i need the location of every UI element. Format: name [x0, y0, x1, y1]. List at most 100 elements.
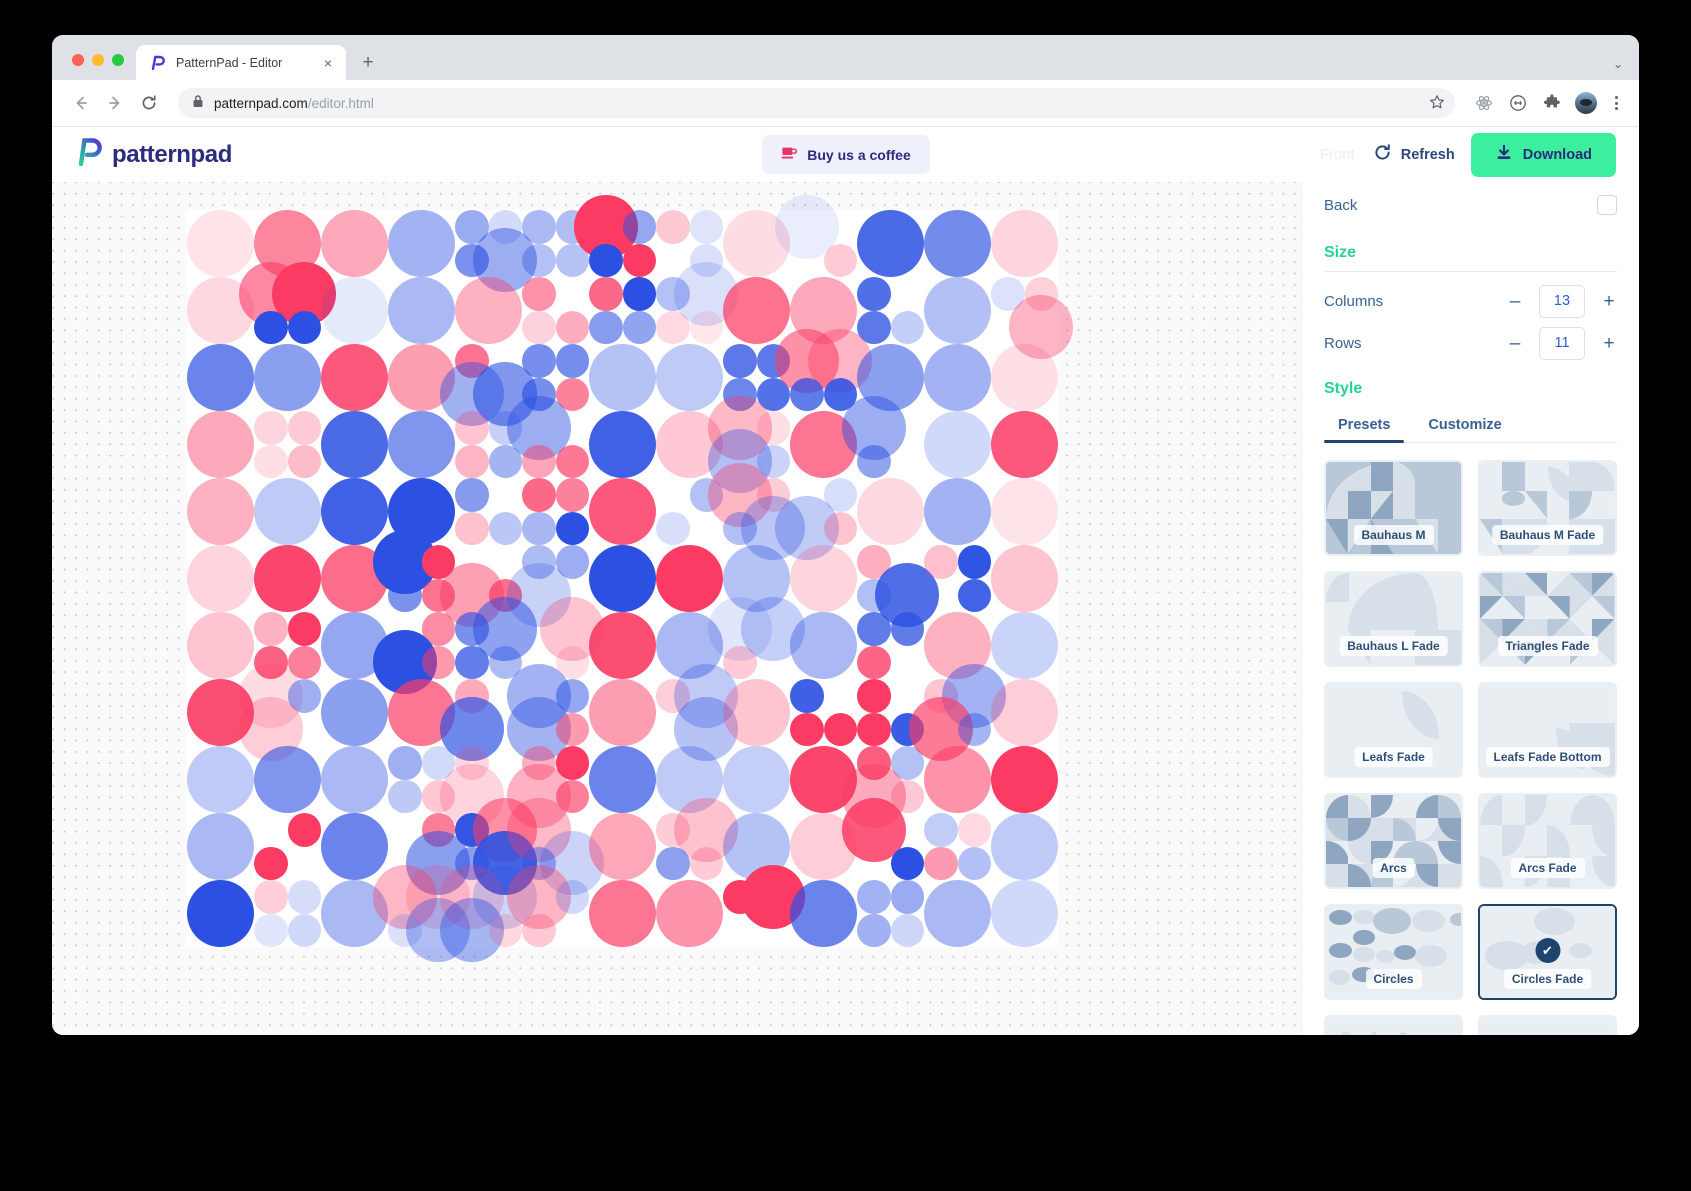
- preset-tile-leafs[interactable]: Leafs Fade: [1324, 682, 1463, 778]
- pattern-dot: [857, 712, 891, 746]
- reload-icon[interactable]: [134, 88, 164, 118]
- preset-tile-triangles[interactable]: Triangles Fade: [1478, 571, 1617, 667]
- pattern-dot: [187, 612, 254, 679]
- back-color-swatch[interactable]: [1597, 195, 1617, 215]
- style-tab-customize[interactable]: Customize: [1414, 406, 1515, 442]
- pattern-dot: [254, 310, 288, 344]
- refresh-icon: [1373, 143, 1392, 166]
- pattern-dot: [522, 444, 556, 478]
- forward-icon[interactable]: [100, 88, 130, 118]
- pattern-dot: [924, 846, 958, 880]
- pattern-cell: [589, 880, 656, 947]
- pattern-cell: [924, 813, 991, 880]
- download-button[interactable]: Download: [1470, 132, 1616, 177]
- back-icon[interactable]: [66, 88, 96, 118]
- pattern-cell: [857, 880, 924, 947]
- preset-tile-bauhausf[interactable]: Bauhaus M Fade: [1478, 460, 1617, 556]
- rows-row: Rows – 11 +: [1324, 322, 1617, 364]
- pattern-dot: [924, 545, 958, 579]
- pattern-dot: [254, 612, 288, 646]
- preset-tile-leafsb[interactable]: Leafs Fade Bottom: [1478, 682, 1617, 778]
- pattern-cell: [589, 813, 656, 880]
- pattern-canvas-area[interactable]: [52, 182, 1301, 1035]
- refresh-button[interactable]: Refresh: [1373, 143, 1455, 166]
- pattern-cell: [723, 864, 806, 947]
- new-tab-button[interactable]: +: [354, 48, 382, 76]
- star-icon[interactable]: [1429, 94, 1445, 113]
- react-devtools-icon[interactable]: [1471, 90, 1497, 116]
- puzzle-icon[interactable]: [1539, 90, 1565, 116]
- browser-tabstrip: PatternPad - Editor × + ⌄: [52, 35, 1639, 80]
- pattern-preview[interactable]: [187, 194, 1074, 963]
- pattern-dot: [589, 679, 656, 746]
- preset-tile-arcs[interactable]: Arcs: [1324, 793, 1463, 889]
- columns-input[interactable]: 13: [1539, 284, 1585, 318]
- close-tab-button[interactable]: ×: [320, 55, 336, 71]
- app-body: Back Size Columns – 13 + Rows – 11 + Sty…: [52, 182, 1639, 1035]
- pattern-cell: [924, 210, 991, 277]
- pattern-cell: [656, 880, 723, 947]
- pattern-cell: [589, 612, 656, 679]
- pattern-dot: [187, 813, 254, 880]
- buy-us-a-coffee-button[interactable]: Buy us a coffee: [761, 135, 930, 174]
- pattern-dot: [689, 846, 723, 880]
- maximize-window-button[interactable]: [112, 54, 124, 66]
- pattern-cell: [991, 813, 1058, 880]
- address-bar[interactable]: patternpad.com/editor.html: [178, 88, 1455, 118]
- pattern-cell: [656, 344, 723, 411]
- chevron-down-icon[interactable]: ⌄: [1613, 57, 1623, 71]
- style-tab-presets[interactable]: Presets: [1324, 406, 1405, 443]
- pattern-cell: [991, 679, 1058, 746]
- columns-decrement-button[interactable]: –: [1507, 292, 1523, 311]
- pattern-dot: [957, 846, 991, 880]
- browser-tab[interactable]: PatternPad - Editor ×: [136, 45, 346, 80]
- pattern-dot: [254, 444, 288, 478]
- pattern-cell: [187, 612, 254, 679]
- pattern-dot: [689, 210, 723, 244]
- pattern-cell: [857, 545, 940, 628]
- pattern-dot: [790, 679, 824, 713]
- pattern-dot: [488, 511, 522, 545]
- patternpad-wordmark: patternpad: [112, 140, 233, 168]
- preset-tile-bauhaus[interactable]: Bauhaus M: [1324, 460, 1463, 556]
- pattern-cell: [321, 344, 388, 411]
- reader-mode-icon[interactable]: [1505, 90, 1531, 116]
- pattern-dot: [254, 344, 321, 411]
- minimize-window-button[interactable]: [92, 54, 104, 66]
- pattern-dot: [388, 746, 422, 780]
- preset-tile-disco[interactable]: Disco: [1324, 1015, 1463, 1035]
- preset-label: Bauhaus L Fade: [1339, 636, 1448, 656]
- pattern-dot: [857, 913, 891, 947]
- pattern-dot: [321, 679, 388, 746]
- pattern-dot: [321, 746, 388, 813]
- patternpad-logo[interactable]: patternpad: [77, 138, 232, 171]
- preset-label: Circles: [1365, 969, 1422, 989]
- columns-increment-button[interactable]: +: [1601, 292, 1617, 311]
- pattern-dot: [522, 913, 556, 947]
- pattern-cell: [790, 880, 857, 947]
- preset-thumbnail: [1480, 1017, 1615, 1035]
- app-header: patternpad Buy us a coffee Front Refresh…: [52, 127, 1639, 182]
- pattern-cell: [522, 277, 589, 344]
- close-window-button[interactable]: [72, 54, 84, 66]
- preset-tile-tetris[interactable]: Tetris: [1478, 1015, 1617, 1035]
- back-color-row[interactable]: Back: [1324, 182, 1617, 228]
- preset-tile-bauhausl[interactable]: Bauhaus L Fade: [1324, 571, 1463, 667]
- pattern-cell: [321, 679, 388, 746]
- pattern-dot: [321, 411, 388, 478]
- pattern-cell: [254, 411, 321, 478]
- pattern-cell: [187, 746, 254, 813]
- pattern-cell: [589, 545, 656, 612]
- preset-tile-arcsf[interactable]: Arcs Fade: [1478, 793, 1617, 889]
- kebab-menu-icon[interactable]: [1605, 96, 1627, 110]
- pattern-cell: [455, 277, 522, 344]
- profile-avatar[interactable]: [1575, 92, 1597, 114]
- rows-increment-button[interactable]: +: [1601, 334, 1617, 353]
- rows-decrement-button[interactable]: –: [1507, 334, 1523, 353]
- browser-toolbar: patternpad.com/editor.html: [52, 80, 1639, 127]
- rows-input[interactable]: 11: [1539, 326, 1585, 360]
- pattern-dot: [522, 210, 556, 244]
- preset-tile-circlesf[interactable]: ✔ Circles Fade: [1478, 904, 1617, 1000]
- pattern-dot: [857, 277, 891, 311]
- preset-tile-circles[interactable]: Circles: [1324, 904, 1463, 1000]
